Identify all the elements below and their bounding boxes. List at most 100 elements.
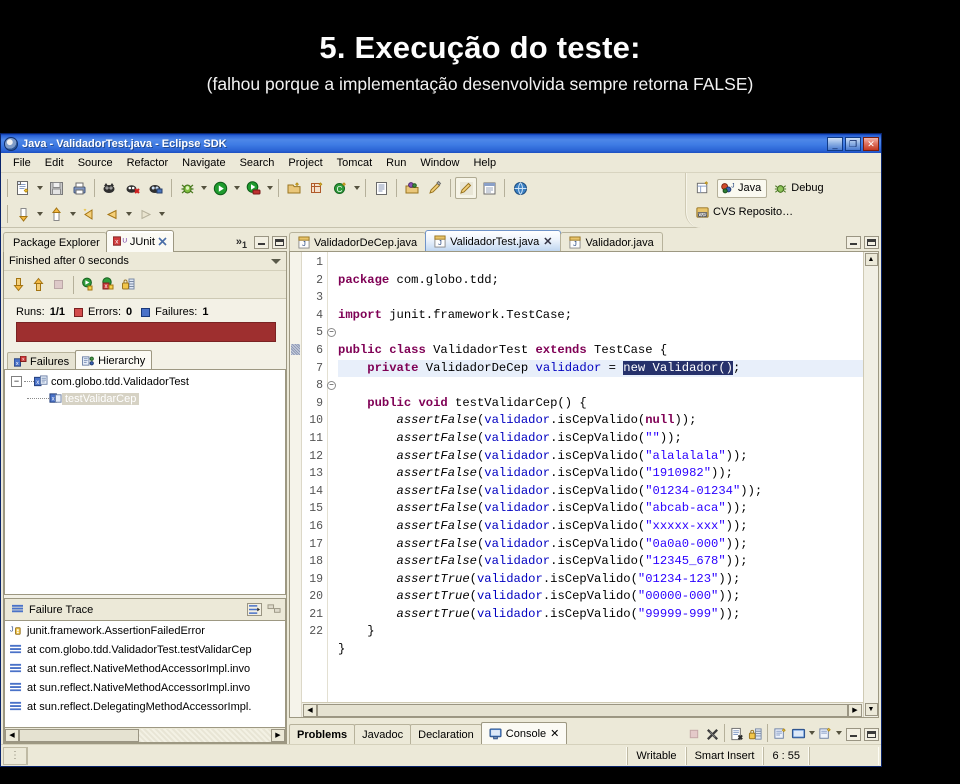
- tab-hierarchy[interactable]: Hierarchy: [75, 350, 153, 370]
- scroll-left-icon[interactable]: ◀: [5, 728, 19, 742]
- menu-file[interactable]: File: [6, 155, 38, 171]
- next-annotation-icon[interactable]: [12, 203, 34, 225]
- save-icon[interactable]: [45, 177, 67, 199]
- open-type-icon[interactable]: [99, 177, 121, 199]
- rerun-test-icon[interactable]: [80, 276, 97, 293]
- toggle-markoccurrences-icon[interactable]: [455, 177, 477, 199]
- open-console-dropdown-arrow[interactable]: [834, 722, 843, 744]
- tab-problems[interactable]: Problems: [289, 724, 356, 744]
- compare-results-icon[interactable]: [267, 603, 282, 616]
- tab-validadordecep[interactable]: J ValidadorDeCep.java: [289, 232, 427, 252]
- menu-edit[interactable]: Edit: [38, 155, 71, 171]
- new-package-icon[interactable]: [306, 177, 328, 199]
- clear-console-icon[interactable]: [728, 725, 746, 743]
- failure-trace-list[interactable]: J junit.framework.AssertionFailedError a…: [4, 620, 286, 728]
- menu-project[interactable]: Project: [281, 155, 329, 171]
- search-icon[interactable]: [145, 177, 167, 199]
- list-item[interactable]: at sun.reflect.NativeMethodAccessorImpl.…: [5, 678, 285, 697]
- display-console-icon[interactable]: [789, 725, 807, 743]
- tree-row[interactable]: x testValidarCep: [5, 390, 285, 407]
- maximize-view-button[interactable]: [272, 236, 287, 249]
- next-failure-icon[interactable]: [10, 276, 27, 293]
- close-icon[interactable]: ✕: [543, 235, 552, 248]
- run-last-dropdown-arrow[interactable]: [265, 177, 274, 199]
- scrollbar-track[interactable]: [139, 728, 271, 742]
- show-whitespace-icon[interactable]: [478, 177, 500, 199]
- debug-dropdown-arrow[interactable]: [199, 177, 208, 199]
- close-icon[interactable]: ✕: [550, 727, 559, 740]
- maximize-editor-button[interactable]: [864, 236, 879, 249]
- scroll-lock-icon[interactable]: [746, 725, 764, 743]
- debug-icon[interactable]: [176, 177, 198, 199]
- new-wizard-dropdown-arrow[interactable]: [35, 177, 44, 199]
- run-last-icon[interactable]: [242, 177, 264, 199]
- list-item[interactable]: J junit.framework.AssertionFailedError: [5, 621, 285, 640]
- minimize-editor-button[interactable]: [846, 236, 861, 249]
- lock-scroll-icon[interactable]: [120, 276, 137, 293]
- scroll-right-icon[interactable]: ▶: [271, 728, 285, 742]
- vertical-ruler[interactable]: [290, 252, 302, 717]
- list-item[interactable]: at sun.reflect.DelegatingMethodAccessorI…: [5, 697, 285, 716]
- menu-run[interactable]: Run: [379, 155, 413, 171]
- scrollbar-thumb[interactable]: [317, 703, 848, 717]
- open-browser-icon[interactable]: [509, 177, 531, 199]
- maximize-console-button[interactable]: [864, 728, 879, 741]
- previous-annotation-icon[interactable]: [45, 203, 67, 225]
- print-icon[interactable]: [68, 177, 90, 199]
- forward-dropdown-arrow[interactable]: [157, 203, 166, 225]
- menu-source[interactable]: Source: [71, 155, 120, 171]
- menu-navigate[interactable]: Navigate: [175, 155, 232, 171]
- perspective-debug[interactable]: Debug: [770, 179, 829, 198]
- menu-tomcat[interactable]: Tomcat: [330, 155, 379, 171]
- externaltools-icon[interactable]: [401, 177, 423, 199]
- rerun-failures-icon[interactable]: x: [100, 276, 117, 293]
- back-icon[interactable]: [101, 203, 123, 225]
- previous-failure-icon[interactable]: [30, 276, 47, 293]
- tab-package-explorer[interactable]: Package Explorer: [3, 232, 107, 252]
- code-text[interactable]: package com.globo.tdd; import junit.frame…: [328, 252, 863, 702]
- open-task-icon[interactable]: [370, 177, 392, 199]
- minimize-button[interactable]: _: [827, 136, 843, 151]
- run-dropdown-arrow[interactable]: [232, 177, 241, 199]
- expander-icon[interactable]: −: [11, 376, 22, 387]
- previous-annotation-dropdown-arrow[interactable]: [68, 203, 77, 225]
- open-console-icon[interactable]: [816, 725, 834, 743]
- perspective-cvs[interactable]: CVS CVS Reposito…: [692, 203, 799, 222]
- tab-declaration[interactable]: Declaration: [410, 724, 482, 744]
- list-item[interactable]: at sun.reflect.NativeMethodAccessorImpl.…: [5, 659, 285, 678]
- filter-stacktrace-icon[interactable]: [247, 603, 262, 616]
- menu-help[interactable]: Help: [466, 155, 503, 171]
- minimize-console-button[interactable]: [846, 728, 861, 741]
- close-icon[interactable]: [158, 237, 167, 246]
- scroll-left-icon[interactable]: ◀: [303, 703, 317, 717]
- menu-window[interactable]: Window: [413, 155, 466, 171]
- annotation-icon[interactable]: [424, 177, 446, 199]
- tab-validadortest[interactable]: J ValidadorTest.java ✕: [425, 230, 562, 252]
- menu-search[interactable]: Search: [233, 155, 282, 171]
- new-class-icon[interactable]: C: [329, 177, 351, 199]
- editor-vscrollbar[interactable]: ▲ ▼: [863, 252, 878, 717]
- code-editor[interactable]: 1 2 3 4 5− 6 7 8− 9 10 11 12 13 14 15 16…: [289, 251, 879, 718]
- tab-failures[interactable]: xx Failures: [7, 352, 77, 370]
- pin-console-icon[interactable]: [771, 725, 789, 743]
- restore-button[interactable]: ❐: [845, 136, 861, 151]
- tree-row[interactable]: − x com.globo.tdd.ValidadorTest: [5, 373, 285, 390]
- forward-icon[interactable]: [134, 203, 156, 225]
- back-dropdown-arrow[interactable]: [124, 203, 133, 225]
- failure-trace-hscrollbar[interactable]: ◀ ▶: [4, 728, 286, 743]
- run-icon[interactable]: [209, 177, 231, 199]
- editor-hscrollbar[interactable]: ◀ ▶: [302, 702, 863, 717]
- scrollbar-thumb[interactable]: [19, 728, 139, 742]
- view-menu-icon[interactable]: [271, 258, 281, 264]
- scroll-up-icon[interactable]: ▲: [864, 253, 878, 266]
- minimize-view-button[interactable]: [254, 236, 269, 249]
- tab-javadoc[interactable]: Javadoc: [354, 724, 412, 744]
- tab-validador[interactable]: J Validador.java: [560, 232, 663, 252]
- junit-tree[interactable]: − x com.globo.tdd.ValidadorTest x testVa…: [4, 369, 286, 595]
- last-edit-location-icon[interactable]: [78, 203, 100, 225]
- new-class-dropdown-arrow[interactable]: [352, 177, 361, 199]
- view-overflow-chevron[interactable]: »1: [236, 236, 251, 252]
- tab-console[interactable]: Console ✕: [480, 722, 568, 744]
- new-java-project-icon[interactable]: [283, 177, 305, 199]
- close-button[interactable]: ✕: [863, 136, 879, 151]
